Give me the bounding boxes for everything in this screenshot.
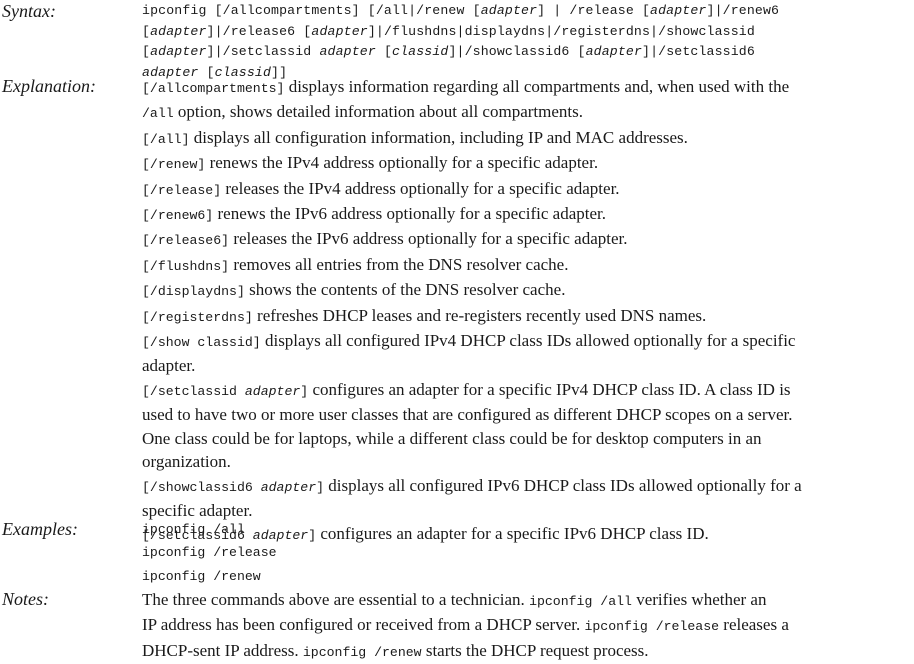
explanation-line: [/all] displays all configuration inform…	[142, 127, 688, 147]
explanation-line: /all option, shows detailed information …	[142, 102, 583, 122]
explanation-line: One class could be for laptops, while a …	[142, 428, 762, 448]
explanation-line: [/release] releases the IPv4 address opt…	[142, 178, 620, 198]
explanation-line: adapter.	[142, 356, 196, 376]
explanation-line: [/renew6] renews the IPv6 address option…	[142, 204, 606, 224]
document-page: Syntax: ipconfig [/allcompartments] [/al…	[0, 0, 914, 660]
syntax-label: Syntax:	[2, 1, 56, 21]
explanation-line: [/registerdns] refreshes DHCP leases and…	[142, 305, 707, 325]
explanation-line: [/renew] renews the IPv4 address optiona…	[142, 153, 599, 173]
syntax-line: [adapter]|/release6 [adapter]|/flushdns|…	[142, 23, 755, 39]
explanation-label: Explanation:	[2, 76, 96, 96]
explanation-line: [/release6] releases the IPv6 address op…	[142, 229, 628, 249]
notes-label: Notes:	[2, 589, 50, 609]
explanation-line: organization.	[142, 452, 231, 472]
syntax-body: ipconfig [/allcompartments] [/all|/renew…	[142, 1, 914, 83]
explanation-line: [/displaydns] shows the contents of the …	[142, 280, 566, 300]
syntax-line: [adapter]|/setclassid adapter [classid]|…	[142, 44, 755, 59]
notes-line: DHCP-sent IP address. ipconfig /renew st…	[142, 640, 649, 660]
explanation-line: used to have two or more user classes th…	[142, 405, 793, 425]
notes-line: IP address has been configured or receiv…	[142, 615, 789, 635]
example-command: ipconfig /release	[142, 545, 277, 561]
notes-body: The three commands above are essential t…	[142, 588, 914, 664]
explanation-line: [/setclassid adapter] configures an adap…	[142, 379, 791, 399]
explanation-line: [/flushdns] removes all entries from the…	[142, 254, 569, 274]
explanation-body: [/allcompartments] displays information …	[142, 75, 914, 548]
explanation-line: [/show classid] displays all configured …	[142, 331, 796, 351]
notes-line: The three commands above are essential t…	[142, 590, 767, 609]
examples-body: ipconfig /all ipconfig /release ipconfig…	[142, 518, 914, 588]
examples-label: Examples:	[2, 519, 78, 539]
example-command: ipconfig /all	[142, 522, 245, 537]
explanation-line: [/allcompartments] displays information …	[142, 77, 790, 96]
example-command: ipconfig /renew	[142, 568, 261, 584]
explanation-line: [/showclassid6 adapter] displays all con…	[142, 475, 802, 495]
syntax-line: ipconfig [/allcompartments] [/all|/renew…	[142, 3, 780, 18]
